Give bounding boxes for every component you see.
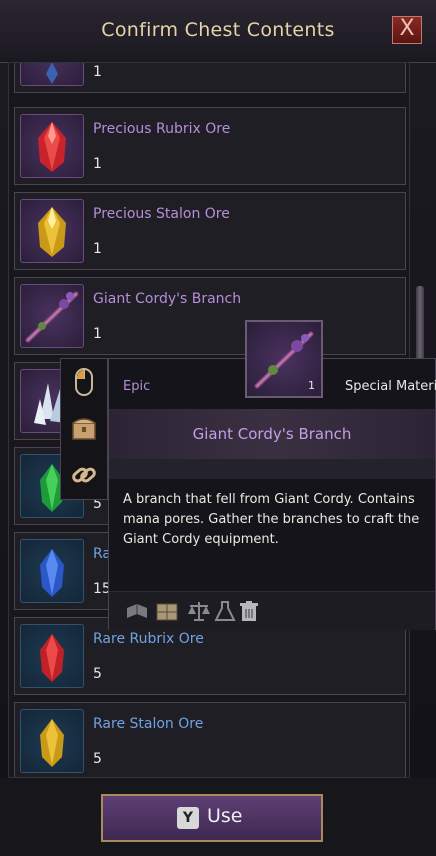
item-quantity: 1 — [93, 156, 102, 172]
yellow-ore-icon — [20, 199, 84, 263]
close-button[interactable]: X — [392, 16, 422, 44]
tooltip-description: A branch that fell from Giant Cordy. Con… — [123, 492, 420, 547]
tooltip-action-bar — [109, 591, 435, 630]
item-name: Rare Stalon Ore — [93, 716, 204, 732]
tooltip-item-icon: 1 — [245, 320, 323, 398]
use-label: Use — [207, 805, 243, 827]
item-name: Giant Cordy's Branch — [93, 291, 242, 307]
chest-icon[interactable] — [67, 411, 101, 447]
link-icon[interactable] — [67, 457, 101, 493]
window-header: Confirm Chest Contents X — [0, 0, 436, 63]
tooltip-item-name: Giant Cordy's Branch — [192, 425, 352, 443]
item-name: Precious Stalon Ore — [93, 206, 230, 222]
scale-icon — [187, 600, 211, 622]
list-item[interactable]: Precious Stalon Ore 1 — [14, 192, 406, 270]
tooltip-divider — [109, 459, 435, 479]
item-quantity: 1 — [93, 241, 102, 257]
tooltip-name-band: Giant Cordy's Branch — [109, 409, 435, 459]
red-ore-icon — [20, 624, 84, 688]
crate-icon — [155, 600, 179, 622]
ore-icon — [20, 63, 84, 86]
tooltip-item-type: Special Materia — [345, 379, 436, 394]
window-title: Confirm Chest Contents — [101, 19, 335, 41]
chest-window: Confirm Chest Contents X 1 Precious Rubr… — [0, 0, 436, 856]
branch-icon — [20, 284, 84, 348]
yellow-ore-icon — [20, 709, 84, 773]
item-quantity: 1 — [93, 326, 102, 342]
list-item[interactable]: Rare Stalon Ore 5 — [14, 702, 406, 777]
trash-icon[interactable] — [237, 600, 261, 622]
blue-ore-icon — [20, 539, 84, 603]
use-keybind: Y — [177, 807, 199, 829]
mouse-icon[interactable] — [67, 365, 101, 401]
item-context-menu — [60, 358, 108, 500]
tooltip-item-qty: 1 — [308, 379, 315, 392]
item-quantity: 1 — [93, 64, 102, 80]
red-ore-icon — [20, 114, 84, 178]
item-quantity: 5 — [93, 666, 102, 682]
use-button[interactable]: Y Use — [101, 794, 323, 842]
book-icon — [125, 600, 149, 622]
list-item[interactable]: 1 — [14, 63, 406, 93]
list-item[interactable]: Giant Cordy's Branch 1 — [14, 277, 406, 355]
item-quantity: 5 — [93, 751, 102, 767]
flask-icon — [213, 600, 237, 622]
item-name: Precious Rubrix Ore — [93, 121, 231, 137]
list-item[interactable]: Precious Rubrix Ore 1 — [14, 107, 406, 185]
tooltip-rarity: Epic — [123, 379, 151, 394]
item-name: Rare Rubrix Ore — [93, 631, 204, 647]
